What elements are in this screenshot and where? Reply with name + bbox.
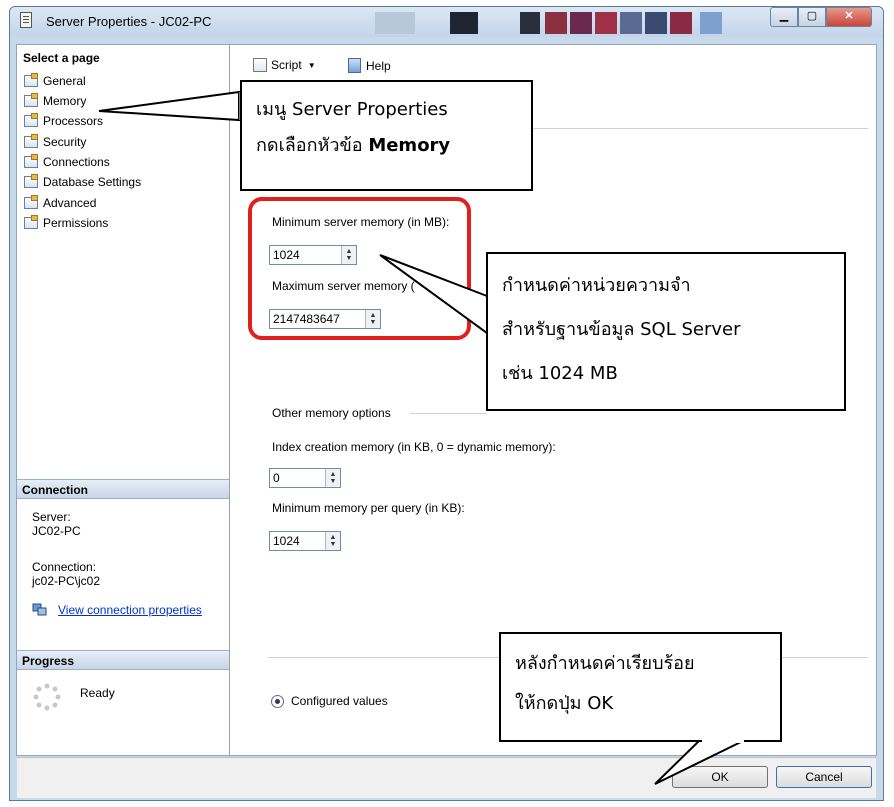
memory-callout-pointer [379,254,488,335]
memory-callout: กำหนดค่าหน่วยความจำ สำหรับฐานข้อมูล SQL … [486,252,846,411]
ok-callout-pointer [654,739,746,785]
menu-callout: เมนู Server Properties กดเลือกหัวข้อ Mem… [240,80,533,191]
menu-callout-pointer [98,90,240,122]
ok-callout: หลังกำหนดค่าเรียบร้อย ให้กดปุ่ม OK [499,632,782,742]
